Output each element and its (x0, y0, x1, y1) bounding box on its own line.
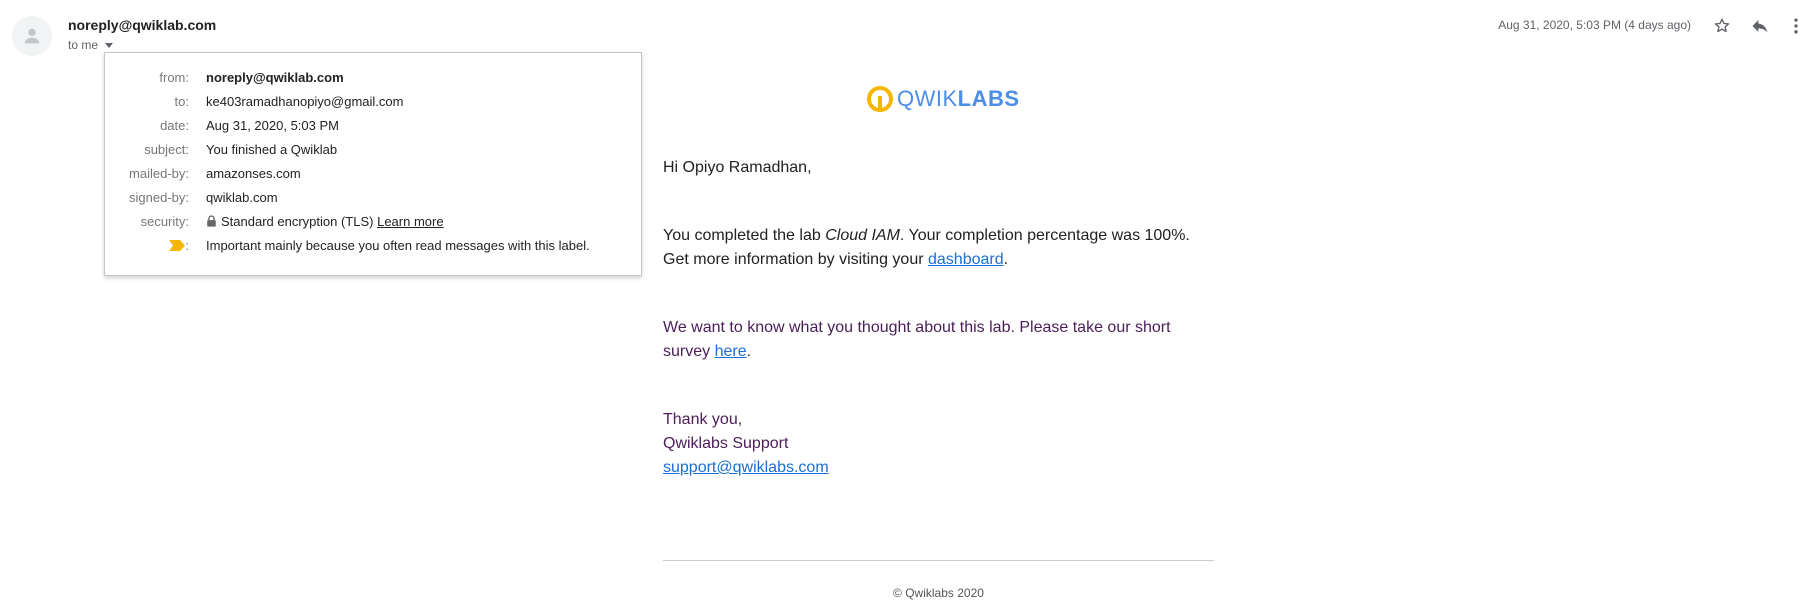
details-value: Aug 31, 2020, 5:03 PM (206, 118, 339, 133)
details-label: date: (160, 118, 189, 133)
survey-line-2: survey here. (663, 340, 1171, 364)
logo-text-light: QWIK (897, 86, 958, 111)
details-row-mailed-by: mailed-by: amazonses.com (105, 164, 641, 184)
dashboard-text-a: Get more information by visiting your (663, 251, 928, 268)
lock-icon (207, 215, 216, 227)
details-row-signed-by: signed-by: qwiklab.com (105, 188, 641, 208)
star-button[interactable] (1710, 14, 1734, 38)
importance-colon: : (185, 238, 189, 253)
logo-text: QWIKLABS (897, 86, 1020, 112)
recipient-toggle[interactable]: to me (68, 38, 114, 52)
completion-text-a: You completed the lab (663, 227, 826, 244)
signature: Thank you, Qwiklabs Support support@qwik… (663, 408, 829, 480)
details-value: ke403ramadhanopiyo@gmail.com (206, 94, 404, 109)
details-value: qwiklab.com (206, 190, 278, 205)
survey-link[interactable]: here (715, 343, 747, 360)
details-label: to: (174, 94, 189, 109)
details-label: signed-by: (129, 190, 189, 205)
details-label: from: (159, 70, 189, 85)
footer-divider (663, 560, 1214, 561)
survey-line-1: We want to know what you thought about t… (663, 319, 1171, 336)
details-label: mailed-by: (129, 166, 189, 181)
details-label: subject: (144, 142, 189, 157)
importance-label: : (169, 236, 189, 256)
avatar[interactable] (12, 16, 52, 56)
message-date: Aug 31, 2020, 5:03 PM (4 days ago) (1498, 18, 1691, 32)
sender-name[interactable]: noreply@qwiklab.com (68, 17, 216, 33)
star-icon (1714, 18, 1730, 33)
details-row-to: to: ke403ramadhanopiyo@gmail.com (105, 92, 641, 112)
dashboard-line: Get more information by visiting your da… (663, 248, 1190, 272)
details-value: noreply@qwiklab.com (206, 70, 344, 85)
lab-name: Cloud IAM (825, 227, 900, 244)
person-icon (24, 28, 40, 44)
completion-paragraph: You completed the lab Cloud IAM. Your co… (663, 224, 1190, 272)
details-row-security: security: Standard encryption (TLS) Lear… (105, 212, 641, 232)
more-options-button[interactable] (1784, 14, 1808, 38)
reply-button[interactable] (1748, 14, 1772, 38)
survey-text-a: survey (663, 343, 715, 360)
details-value-security: Standard encryption (TLS) Learn more (206, 212, 444, 232)
team-name: Qwiklabs Support (663, 435, 789, 452)
details-row-importance: : Important mainly because you often rea… (105, 236, 641, 256)
logo-text-bold: LABS (957, 86, 1020, 111)
to-me-label: to me (68, 38, 99, 52)
details-value: You finished a Qwiklab (206, 142, 338, 157)
completion-text-b: . Your completion percentage was 100%. (899, 227, 1190, 244)
more-vert-icon (1794, 18, 1798, 34)
security-text: Standard encryption (TLS) (221, 214, 374, 229)
caret-down-icon[interactable] (105, 42, 114, 48)
details-value: Important mainly because you often read … (206, 238, 590, 253)
survey-paragraph: We want to know what you thought about t… (663, 316, 1171, 364)
reply-icon (1752, 20, 1768, 33)
details-row-date: date: Aug 31, 2020, 5:03 PM (105, 116, 641, 136)
details-row-from: from: noreply@qwiklab.com (105, 68, 641, 88)
qwiklabs-logo-icon (867, 86, 893, 112)
details-value: amazonses.com (206, 166, 301, 181)
details-row-subject: subject: You finished a Qwiklab (105, 140, 641, 160)
qwiklabs-logo: QWIKLABS (867, 86, 1020, 112)
greeting: Hi Opiyo Ramadhan, (663, 159, 812, 176)
details-label: security: (140, 214, 189, 229)
email-view: noreply@qwiklab.com to me Aug 31, 2020, … (0, 0, 1808, 615)
message-details-popup: from: noreply@qwiklab.com to: ke403ramad… (104, 52, 642, 276)
support-email-link[interactable]: support@qwiklabs.com (663, 456, 829, 480)
dashboard-link[interactable]: dashboard (928, 251, 1004, 268)
footer-copyright: © Qwiklabs 2020 (893, 586, 984, 600)
completion-line: You completed the lab Cloud IAM. Your co… (663, 224, 1190, 248)
learn-more-link[interactable]: Learn more (377, 214, 443, 229)
dashboard-text-b: . (1003, 251, 1009, 268)
importance-marker-icon (169, 240, 186, 251)
survey-text-b: . (746, 343, 752, 360)
thanks-text: Thank you, (663, 411, 743, 428)
